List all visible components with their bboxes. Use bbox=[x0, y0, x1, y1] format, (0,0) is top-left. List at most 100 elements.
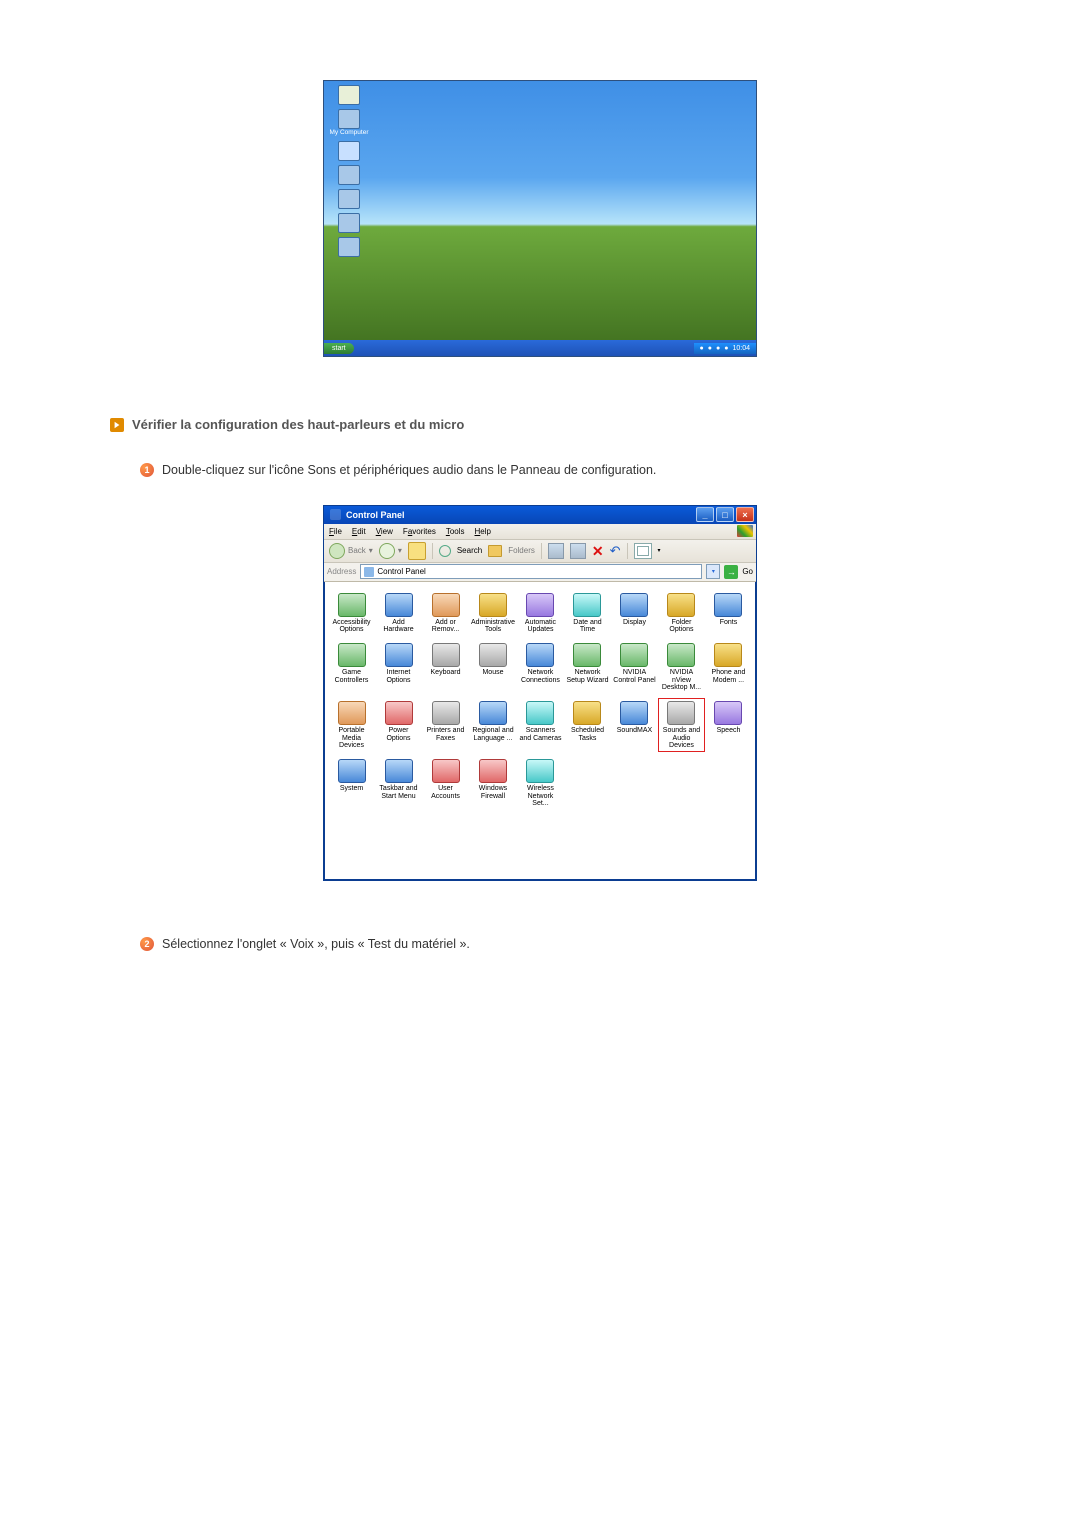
start-button[interactable]: start bbox=[324, 343, 354, 354]
control-panel-item[interactable]: Wireless Network Set... bbox=[517, 756, 564, 810]
item-label: Network Connections bbox=[519, 669, 562, 684]
address-field[interactable]: Control Panel bbox=[360, 564, 702, 579]
control-panel-item[interactable]: Portable Media Devices bbox=[328, 698, 375, 752]
control-panel-item[interactable]: Phone and Modem ... bbox=[705, 640, 752, 694]
menu-favorites[interactable]: Favorites bbox=[403, 527, 436, 536]
move-to-icon[interactable] bbox=[570, 543, 586, 559]
control-panel-item[interactable]: Power Options bbox=[375, 698, 422, 752]
control-panel-item[interactable]: Add or Remov... bbox=[422, 590, 469, 637]
item-label: Taskbar and Start Menu bbox=[377, 785, 420, 800]
item-icon bbox=[432, 759, 460, 783]
control-panel-item[interactable]: Taskbar and Start Menu bbox=[375, 756, 422, 810]
views-button[interactable] bbox=[634, 543, 652, 559]
item-icon bbox=[479, 593, 507, 617]
menu-view[interactable]: View bbox=[376, 527, 393, 536]
control-panel-item[interactable]: Game Controllers bbox=[328, 640, 375, 694]
menu-help[interactable]: Help bbox=[475, 527, 491, 536]
separator-icon bbox=[432, 543, 433, 559]
search-button[interactable]: Search bbox=[439, 545, 482, 557]
desktop-icon[interactable] bbox=[328, 213, 370, 233]
control-panel-item[interactable]: Sounds and Audio Devices bbox=[658, 698, 705, 752]
item-icon bbox=[573, 701, 601, 725]
item-label: Speech bbox=[707, 727, 750, 734]
control-panel-item[interactable]: SoundMAX bbox=[611, 698, 658, 752]
control-panel-item[interactable]: Accessibility Options bbox=[328, 590, 375, 637]
up-button[interactable] bbox=[408, 542, 426, 560]
control-panel-item[interactable]: Administrative Tools bbox=[469, 590, 517, 637]
control-panel-item[interactable]: Internet Options bbox=[375, 640, 422, 694]
desktop-icon[interactable] bbox=[328, 165, 370, 185]
control-panel-item[interactable]: Network Connections bbox=[517, 640, 564, 694]
desktop-icon[interactable] bbox=[328, 141, 370, 161]
item-icon bbox=[385, 593, 413, 617]
control-panel-item[interactable]: Automatic Updates bbox=[517, 590, 564, 637]
control-panel-item[interactable]: Scheduled Tasks bbox=[564, 698, 611, 752]
system-tray[interactable]: ●●●● 10:04 bbox=[694, 343, 756, 354]
control-panel-item[interactable]: Network Setup Wizard bbox=[564, 640, 611, 694]
back-button[interactable]: Back ▾ bbox=[329, 543, 373, 559]
go-button[interactable]: → bbox=[724, 565, 738, 579]
item-label: Add or Remov... bbox=[424, 619, 467, 634]
item-icon bbox=[338, 759, 366, 783]
address-dropdown-button[interactable]: ▾ bbox=[706, 564, 720, 579]
menu-file[interactable]: File bbox=[329, 527, 342, 536]
copy-to-icon[interactable] bbox=[548, 543, 564, 559]
window-titlebar[interactable]: Control Panel _ □ × bbox=[324, 506, 756, 524]
address-value: Control Panel bbox=[377, 567, 425, 576]
control-panel-item[interactable]: NVIDIA Control Panel bbox=[611, 640, 658, 694]
control-panel-item[interactable]: Display bbox=[611, 590, 658, 637]
control-panel-item[interactable]: Date and Time bbox=[564, 590, 611, 637]
desktop-icon[interactable] bbox=[328, 189, 370, 209]
item-label: Portable Media Devices bbox=[330, 727, 373, 749]
folders-button[interactable]: Folders bbox=[488, 545, 535, 557]
control-panel-item[interactable]: Windows Firewall bbox=[469, 756, 517, 810]
desktop-icons-column: My Computer bbox=[328, 85, 370, 261]
control-panel-small-icon bbox=[364, 567, 374, 577]
control-panel-item[interactable]: Fonts bbox=[705, 590, 752, 637]
item-icon bbox=[479, 701, 507, 725]
item-icon bbox=[338, 701, 366, 725]
control-panel-item[interactable]: Mouse bbox=[469, 640, 517, 694]
item-label: Printers and Faxes bbox=[424, 727, 467, 742]
step-2-text: Sélectionnez l'onglet « Voix », puis « T… bbox=[162, 936, 470, 954]
control-panel-item[interactable]: Keyboard bbox=[422, 640, 469, 694]
item-label: Date and Time bbox=[566, 619, 609, 634]
minimize-button[interactable]: _ bbox=[696, 507, 714, 522]
item-icon bbox=[620, 643, 648, 667]
maximize-button[interactable]: □ bbox=[716, 507, 734, 522]
menu-tools[interactable]: Tools bbox=[446, 527, 465, 536]
forward-button[interactable]: ▾ bbox=[379, 543, 402, 559]
tray-time: 10:04 bbox=[732, 345, 750, 352]
desktop-icon-mycomputer[interactable]: My Computer bbox=[328, 109, 370, 137]
control-panel-item[interactable]: Add Hardware bbox=[375, 590, 422, 637]
windows-logo-icon bbox=[737, 525, 753, 537]
control-panel-item[interactable]: Folder Options bbox=[658, 590, 705, 637]
control-panel-item[interactable]: Printers and Faxes bbox=[422, 698, 469, 752]
item-label: User Accounts bbox=[424, 785, 467, 800]
desktop-icon-label: My Computer bbox=[328, 130, 370, 137]
menu-edit[interactable]: Edit bbox=[352, 527, 366, 536]
item-label: SoundMAX bbox=[613, 727, 656, 734]
item-label: System bbox=[330, 785, 373, 792]
section-title: Vérifier la configuration des haut-parle… bbox=[132, 417, 464, 432]
item-icon bbox=[667, 643, 695, 667]
control-panel-window: Control Panel _ □ × File Edit View Favor… bbox=[323, 505, 757, 881]
close-button[interactable]: × bbox=[736, 507, 754, 522]
separator-icon bbox=[627, 543, 628, 559]
control-panel-item[interactable]: System bbox=[328, 756, 375, 810]
item-icon bbox=[714, 593, 742, 617]
control-panel-item[interactable]: Scanners and Cameras bbox=[517, 698, 564, 752]
undo-icon[interactable]: ↶ bbox=[610, 544, 621, 557]
delete-icon[interactable]: ✕ bbox=[592, 544, 604, 558]
desktop-icon-recycle[interactable] bbox=[328, 85, 370, 105]
control-panel-item[interactable]: Speech bbox=[705, 698, 752, 752]
item-icon bbox=[526, 701, 554, 725]
desktop-icon[interactable] bbox=[328, 237, 370, 257]
item-label: Phone and Modem ... bbox=[707, 669, 750, 684]
control-panel-item[interactable]: User Accounts bbox=[422, 756, 469, 810]
control-panel-item[interactable]: Regional and Language ... bbox=[469, 698, 517, 752]
item-label: Add Hardware bbox=[377, 619, 420, 634]
window-title: Control Panel bbox=[346, 510, 405, 520]
taskbar: start ●●●● 10:04 bbox=[324, 340, 756, 356]
control-panel-item[interactable]: NVIDIA nView Desktop M... bbox=[658, 640, 705, 694]
